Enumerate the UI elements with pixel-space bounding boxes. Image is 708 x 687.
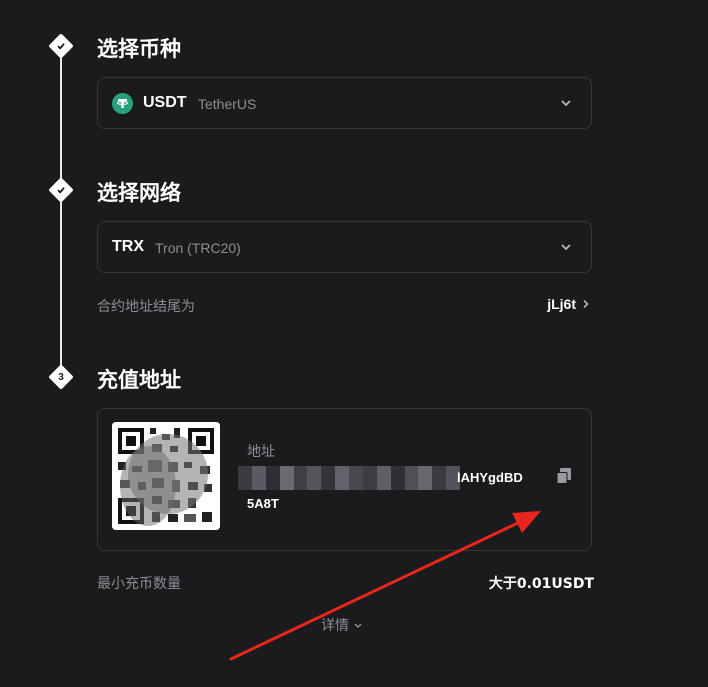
address-visible-part: lAHYgdBD xyxy=(457,470,523,485)
address-label: 地址 xyxy=(247,444,275,460)
contract-address-label: 合约地址结尾为 xyxy=(97,299,195,315)
contract-address-link[interactable]: jLj6t xyxy=(547,296,590,312)
min-deposit-value: 大于0.01USDT xyxy=(488,576,594,592)
tether-icon xyxy=(112,93,133,114)
details-label: 详情 xyxy=(321,618,349,634)
step-timeline xyxy=(60,46,62,376)
step-2-title: 选择网络 xyxy=(97,181,181,205)
chevron-down-icon xyxy=(561,244,571,251)
step-3-title: 充值地址 xyxy=(97,368,181,392)
step-1-check-icon xyxy=(48,33,74,59)
chevron-right-icon xyxy=(583,299,589,309)
network-symbol: TRX xyxy=(112,238,144,255)
address-qr-code xyxy=(112,422,220,530)
deposit-address-card: 地址 lAHYgdBD 5A8T xyxy=(97,408,592,551)
min-deposit-label: 最小充币数量 xyxy=(97,576,181,592)
coin-select[interactable]: USDT TetherUS xyxy=(97,77,592,129)
network-name: Tron (TRC20) xyxy=(155,240,241,256)
address-redaction xyxy=(238,466,460,490)
chevron-down-icon xyxy=(354,623,362,629)
copy-icon[interactable] xyxy=(555,467,573,485)
coin-symbol: USDT xyxy=(143,94,187,111)
address-line-2: 5A8T xyxy=(247,496,279,511)
step-2-check-icon xyxy=(48,177,74,203)
network-select[interactable]: TRX Tron (TRC20) xyxy=(97,221,592,273)
contract-address-value: jLj6t xyxy=(547,296,576,312)
step-3-number: 3 xyxy=(58,371,64,383)
chevron-down-icon xyxy=(561,100,571,107)
step-3-marker: 3 xyxy=(48,364,74,390)
coin-name: TetherUS xyxy=(198,96,257,112)
step-1-title: 选择币种 xyxy=(97,37,181,61)
details-toggle[interactable]: 详情 xyxy=(321,615,363,635)
